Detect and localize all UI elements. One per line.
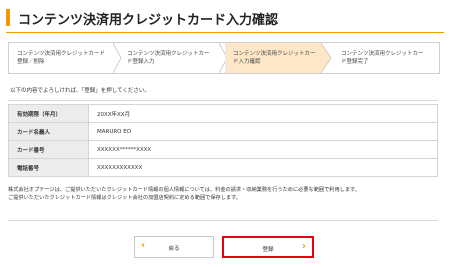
- step-label: ド入力確認: [233, 59, 261, 65]
- card-number-label: カード番号: [8, 140, 89, 159]
- title-underline: [6, 32, 444, 33]
- page-title: コンテンツ決済用クレジットカード入力確認: [18, 13, 279, 28]
- phone-label: 電話番号: [8, 158, 89, 177]
- step-label: コンテンツ決済用クレジットカード: [17, 51, 106, 57]
- cardholder-label: カード名義人: [8, 122, 89, 141]
- step-register-complete: コンテンツ決済用クレジットカー ド登録完了: [333, 43, 439, 73]
- phone-value: XXXXXXXXXXXX: [88, 158, 438, 177]
- step-input-confirm: コンテンツ決済用クレジットカー ド入力確認: [225, 43, 321, 73]
- step-active-arrow-icon: [321, 43, 332, 73]
- table-row: 有効期限（年月） 20XX年XX月: [8, 104, 438, 123]
- step-label: ド登録完了: [341, 59, 369, 65]
- step-register-delete: コンテンツ決済用クレジットカード 登録／削除: [9, 43, 117, 73]
- step-register-input: コンテンツ決済用クレジットカー ド登録入力: [119, 43, 223, 73]
- table-row: カード番号 XXXXXX******XXXX: [8, 140, 438, 159]
- chevron-right-icon: ›: [301, 241, 306, 252]
- table-row: 電話番号 XXXXXXXXXXXX: [8, 158, 438, 177]
- title-accent-bar: [6, 9, 10, 26]
- card-number-value: XXXXXX******XXXX: [88, 140, 438, 159]
- instruction-text: 以下の内容でよろしければ、「登録」を押してください。: [10, 88, 150, 94]
- table-row: カード名義人 MARURO EO: [8, 122, 438, 141]
- step-label: ド登録入力: [127, 59, 155, 65]
- register-button[interactable]: 登録 ›: [222, 236, 314, 258]
- step-label: コンテンツ決済用クレジットカー: [127, 51, 210, 57]
- privacy-notice: 株式会社オプテージは、ご提供いただいたクレジットカード情報の個人情報については、…: [8, 186, 440, 202]
- divider: [8, 220, 438, 221]
- divider: [8, 100, 438, 101]
- confirmation-table: 有効期限（年月） 20XX年XX月 カード名義人 MARURO EO カード番号…: [8, 104, 438, 177]
- expiry-value: 20XX年XX月: [88, 104, 438, 123]
- back-button-label: 戻る: [168, 246, 180, 252]
- notice-line: ご提供いただいたクレジットカード情報はクレジット会社の加盟店契約に定める範囲で保…: [8, 195, 241, 201]
- cardholder-value: MARURO EO: [88, 122, 438, 141]
- step-label: 登録／削除: [17, 59, 45, 65]
- expiry-label: 有効期限（年月）: [8, 104, 89, 123]
- notice-line: 株式会社オプテージは、ご提供いただいたクレジットカード情報の個人情報については、…: [8, 187, 360, 193]
- progress-steps: コンテンツ決済用クレジットカード 登録／削除 コンテンツ決済用クレジットカー ド…: [8, 42, 440, 74]
- register-button-label: 登録: [262, 247, 274, 253]
- back-button[interactable]: ‹ 戻る: [134, 236, 214, 258]
- step-label: コンテンツ決済用クレジットカー: [341, 51, 424, 57]
- step-label: コンテンツ決済用クレジットカー: [233, 51, 316, 57]
- page-header: コンテンツ決済用クレジットカード入力確認: [6, 6, 444, 33]
